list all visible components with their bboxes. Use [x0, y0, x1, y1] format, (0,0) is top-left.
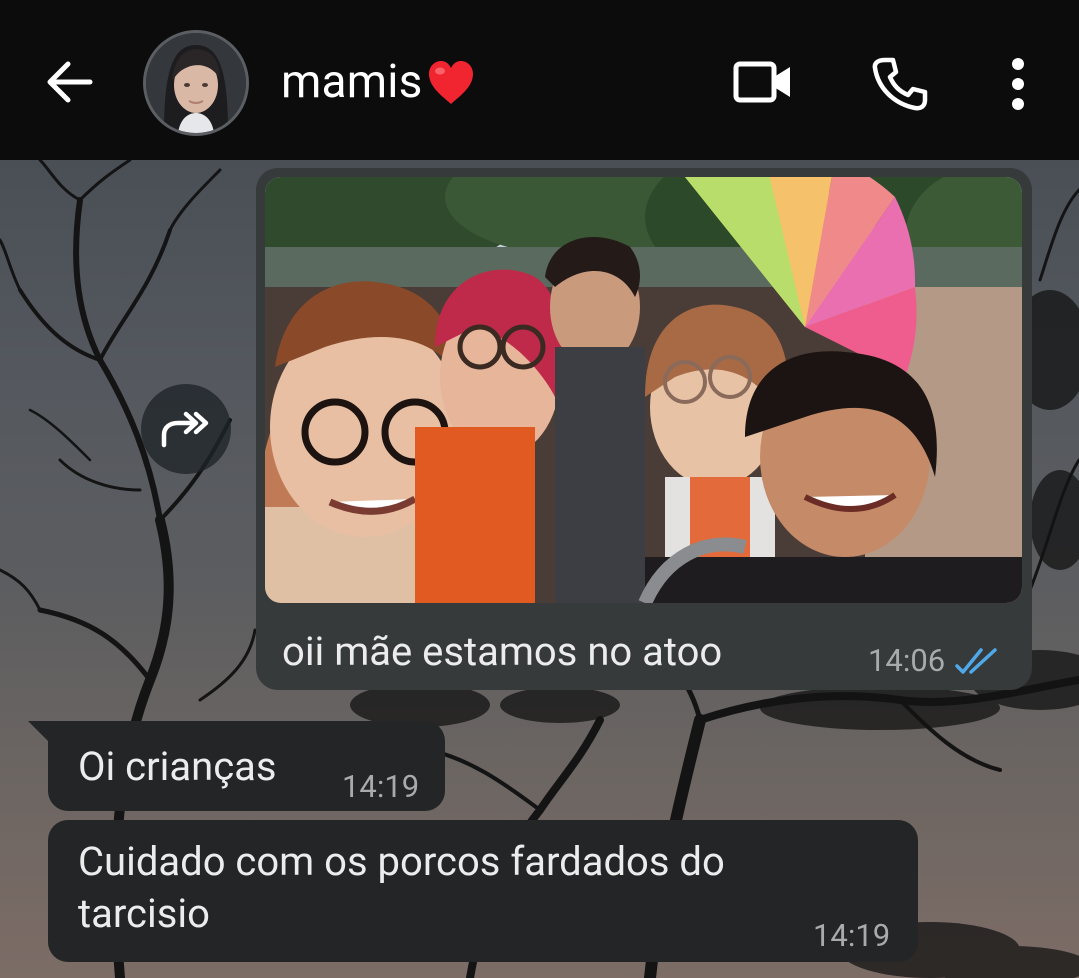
bubble-tail — [28, 721, 50, 743]
photo-image — [265, 177, 1022, 603]
message-meta: 14:06 — [868, 642, 1001, 679]
message-time: 14:19 — [813, 917, 891, 954]
forward-icon — [161, 411, 209, 448]
contact-name[interactable]: mamis — [281, 55, 477, 109]
back-button[interactable] — [36, 52, 100, 112]
contact-name-text: mamis — [281, 55, 423, 109]
chat-area[interactable]: oii mãe estamos no atoo 14:06 Oi criança… — [0, 160, 1079, 978]
voice-call-button[interactable] — [866, 52, 932, 116]
message-text: Cuidado com os porcos fardados do tarcis… — [78, 838, 725, 937]
more-options-button[interactable] — [998, 55, 1038, 113]
double-check-icon — [955, 647, 997, 674]
message-time: 14:06 — [868, 642, 946, 679]
forward-button[interactable] — [141, 384, 231, 474]
outgoing-image-message[interactable]: oii mãe estamos no atoo 14:06 — [256, 168, 1032, 690]
avatar-photo — [146, 33, 246, 133]
video-call-button[interactable] — [729, 52, 797, 112]
message-text: Oi crianças — [78, 743, 277, 790]
chat-header: mamis — [0, 0, 1079, 160]
heart-emoji-icon — [428, 61, 473, 104]
more-options-icon — [1012, 58, 1024, 110]
video-call-icon — [733, 61, 790, 103]
message-caption: oii mãe estamos no atoo — [282, 628, 723, 675]
contact-avatar[interactable] — [143, 30, 249, 136]
message-photo[interactable] — [265, 177, 1022, 603]
incoming-message[interactable]: Cuidado com os porcos fardados do tarcis… — [48, 820, 918, 962]
message-time: 14:19 — [342, 768, 420, 805]
incoming-message[interactable]: Oi crianças 14:19 — [28, 721, 445, 811]
back-arrow-icon — [47, 61, 93, 103]
voice-call-icon — [872, 57, 928, 111]
